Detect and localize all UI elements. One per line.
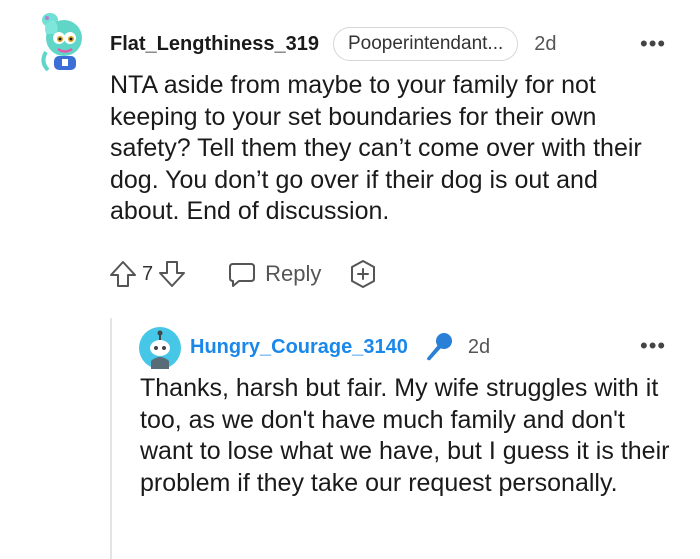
reply-body: Thanks, harsh but fair. My wife struggle… [140,374,670,497]
vote-count: 7 [142,262,154,285]
reply-username[interactable]: Hungry_Courage_3140 [190,336,408,359]
comment-actions: 7 Reply [108,256,379,292]
downvote-icon[interactable] [157,259,187,289]
thread-line[interactable] [110,318,112,559]
comment-username[interactable]: Flat_Lengthiness_319 [110,33,319,56]
reply-more-options-icon[interactable]: ••• [640,335,666,357]
reply-timestamp[interactable]: 2d [468,336,490,359]
reply-bubble-icon [229,263,256,287]
reply-label: Reply [265,261,322,286]
award-plus-icon[interactable] [347,258,379,290]
more-options-icon[interactable]: ••• [640,33,666,55]
reply-user-avatar[interactable] [139,327,181,369]
upvote-icon[interactable] [108,259,138,289]
microphone-icon [426,333,452,361]
comment-body: NTA aside from maybe to your family for … [110,71,642,225]
user-flair: Pooperintendant... [332,27,519,61]
user-avatar[interactable] [36,12,88,74]
comment-header: Flat_Lengthiness_319 Pooperintendant... … [110,27,557,61]
comment-timestamp[interactable]: 2d [534,33,556,56]
reply-button[interactable]: Reply [227,259,321,289]
reply-header: Hungry_Courage_3140 2d [190,330,490,364]
